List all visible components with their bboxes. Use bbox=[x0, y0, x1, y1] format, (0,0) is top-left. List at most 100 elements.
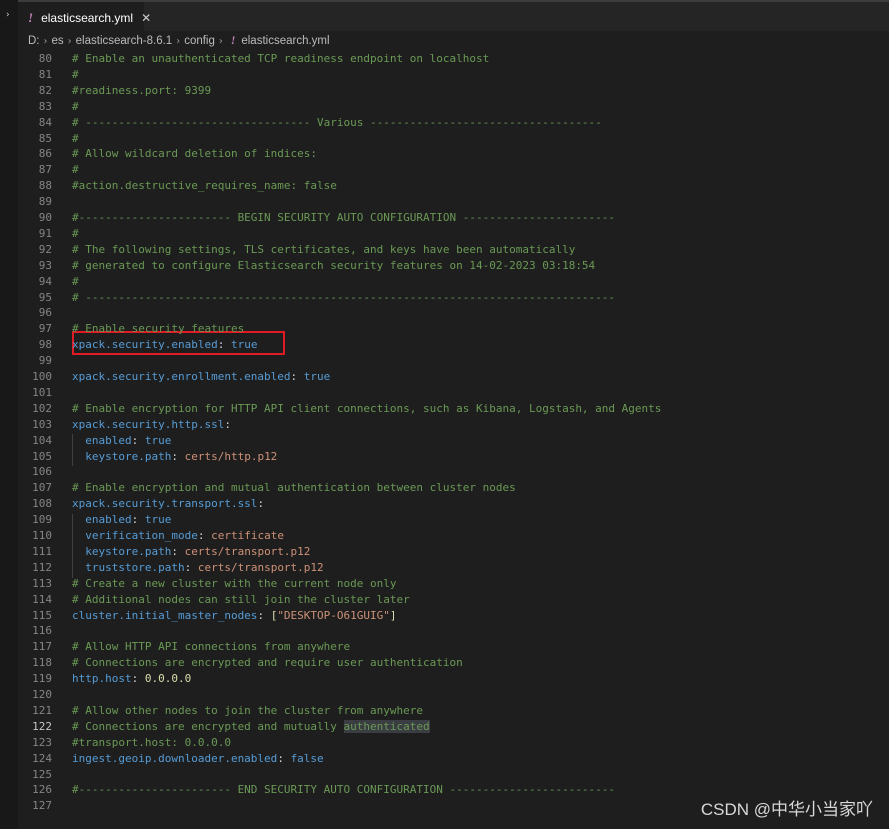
code-token: # bbox=[72, 67, 79, 81]
code-token: : bbox=[171, 449, 185, 463]
tab-title: elasticsearch.yml bbox=[41, 10, 134, 25]
line-number: 105 bbox=[32, 449, 52, 463]
line-number: 124 bbox=[32, 751, 52, 765]
yaml-file-icon: ! bbox=[28, 9, 34, 25]
line-number: 118 bbox=[32, 656, 52, 670]
line-number: 121 bbox=[32, 703, 52, 717]
code-token: xpack.security.transport.ssl bbox=[72, 497, 258, 511]
code-text: # bbox=[72, 99, 79, 115]
line-number: 120 bbox=[32, 688, 52, 701]
code-token: xpack.security.enrollment.enabled bbox=[72, 370, 291, 383]
line-number: 100 bbox=[32, 370, 52, 383]
code-token: : bbox=[131, 672, 145, 686]
code-token: #readiness.port: 9399 bbox=[72, 83, 212, 97]
code-text: # The following settings, TLS certificat… bbox=[72, 242, 575, 258]
breadcrumb-item-config[interactable]: config bbox=[184, 35, 215, 47]
code-text: #transport.host: 0.0.0.0 bbox=[72, 735, 231, 751]
code-token: : bbox=[197, 529, 212, 542]
line-number: 80 bbox=[38, 52, 52, 65]
line-number: 111 bbox=[32, 544, 52, 558]
code-token: truststore.path bbox=[85, 560, 185, 574]
code-text: # Enable encryption and mutual authentic… bbox=[72, 480, 516, 496]
line-number: 82 bbox=[38, 83, 52, 97]
line-number: 127 bbox=[32, 799, 52, 813]
code-text: # Connections are encrypted and mutually… bbox=[72, 719, 430, 735]
line-number: 86 bbox=[38, 147, 52, 161]
code-token: certs/http.p12 bbox=[184, 449, 278, 463]
line-number: 85 bbox=[38, 131, 52, 145]
tab-elasticsearch-yml[interactable]: ! elasticsearch.yml ✕ bbox=[18, 2, 151, 33]
code-token: cluster.initial_master_nodes bbox=[72, 608, 258, 622]
code-text: cluster.initial_master_nodes: ["DESKTOP-… bbox=[72, 608, 397, 624]
code-token: : bbox=[290, 370, 304, 383]
line-number: 108 bbox=[32, 497, 52, 511]
line-number: 112 bbox=[32, 560, 52, 574]
code-token: certs/transport.p12 bbox=[197, 560, 324, 574]
line-number: 96 bbox=[38, 306, 52, 320]
line-number: 99 bbox=[38, 354, 52, 368]
watermark: CSDN @中华小当家吖 bbox=[700, 800, 873, 819]
code-token: # Allow other nodes to join the cluster … bbox=[72, 703, 423, 717]
line-number: 116 bbox=[32, 624, 52, 638]
breadcrumb-item-es[interactable]: es bbox=[52, 35, 64, 47]
code-text: #readiness.port: 9399 bbox=[72, 83, 211, 99]
code-text: http.host: 0.0.0.0 bbox=[72, 671, 191, 687]
code-token: # bbox=[72, 131, 79, 145]
code-token: # bbox=[72, 163, 79, 177]
code-text: #----------------------- END SECURITY AU… bbox=[72, 782, 615, 798]
code-token: false bbox=[290, 751, 324, 765]
line-number: 123 bbox=[32, 735, 52, 749]
code-text: # bbox=[72, 162, 79, 178]
code-text: #----------------------- BEGIN SECURITY … bbox=[72, 210, 615, 226]
code-text: #action.destructive_requires_name: false bbox=[72, 178, 337, 194]
code-token: # Create a new cluster with the current … bbox=[72, 576, 397, 590]
line-number: 110 bbox=[32, 529, 52, 542]
line-number: 103 bbox=[32, 417, 52, 431]
breadcrumb-item-drive[interactable]: D: bbox=[28, 35, 40, 47]
code-token: # --------------------------------------… bbox=[72, 290, 616, 304]
code-token: ] bbox=[389, 608, 397, 622]
breadcrumb-item-elasticsearch[interactable]: elasticsearch-8.6.1 bbox=[76, 35, 173, 47]
code-token: # bbox=[72, 99, 79, 113]
code-text: keystore.path: certs/http.p12 bbox=[72, 449, 277, 465]
chevron-right-icon[interactable]: › bbox=[6, 10, 10, 20]
line-number: 101 bbox=[32, 385, 52, 399]
code-text: ingest.geoip.downloader.enabled: false bbox=[72, 751, 324, 767]
breadcrumb: D: › es › elasticsearch-8.6.1 › config ›… bbox=[18, 31, 889, 51]
code-token: true bbox=[144, 433, 172, 447]
code-token: verification_mode bbox=[85, 529, 198, 542]
code-text: truststore.path: certs/transport.p12 bbox=[72, 560, 324, 576]
line-number: 83 bbox=[38, 99, 52, 113]
code-token: # Allow HTTP API connections from anywhe… bbox=[72, 640, 351, 654]
code-token: certificate bbox=[211, 529, 284, 542]
code-text: # Enable an unauthenticated TCP readines… bbox=[72, 51, 489, 67]
line-number: 84 bbox=[38, 115, 52, 129]
code-text: # bbox=[72, 274, 79, 290]
code-editor[interactable]: 80 # Enable an unauthenticated TCP readin… bbox=[18, 51, 889, 829]
code-token: keystore.path bbox=[85, 544, 172, 558]
code-token: : bbox=[257, 608, 271, 622]
vertical-scrollbar[interactable] bbox=[877, 51, 889, 829]
close-icon[interactable]: ✕ bbox=[141, 11, 151, 25]
code-token: 0.0.0.0 bbox=[144, 672, 192, 686]
chevron-right-icon: › bbox=[43, 35, 48, 47]
line-number: 97 bbox=[38, 322, 52, 336]
code-token: enabled bbox=[85, 433, 132, 447]
breadcrumb-item-file[interactable]: elasticsearch.yml bbox=[241, 35, 329, 47]
line-number: 95 bbox=[38, 290, 52, 304]
chevron-right-icon: › bbox=[67, 35, 72, 47]
code-text: # generated to configure Elasticsearch s… bbox=[72, 258, 595, 274]
code-token: # generated to configure Elasticsearch s… bbox=[72, 258, 596, 272]
code-token: : bbox=[217, 338, 231, 352]
line-number: 102 bbox=[32, 401, 52, 415]
code-token: # The following settings, TLS certificat… bbox=[72, 242, 576, 256]
code-token: # Enable an unauthenticated TCP readines… bbox=[72, 52, 490, 65]
line-number: 117 bbox=[32, 640, 52, 654]
line-number: 92 bbox=[38, 242, 52, 256]
code-text: # --------------------------------------… bbox=[72, 290, 615, 306]
chevron-right-icon: › bbox=[218, 35, 223, 47]
